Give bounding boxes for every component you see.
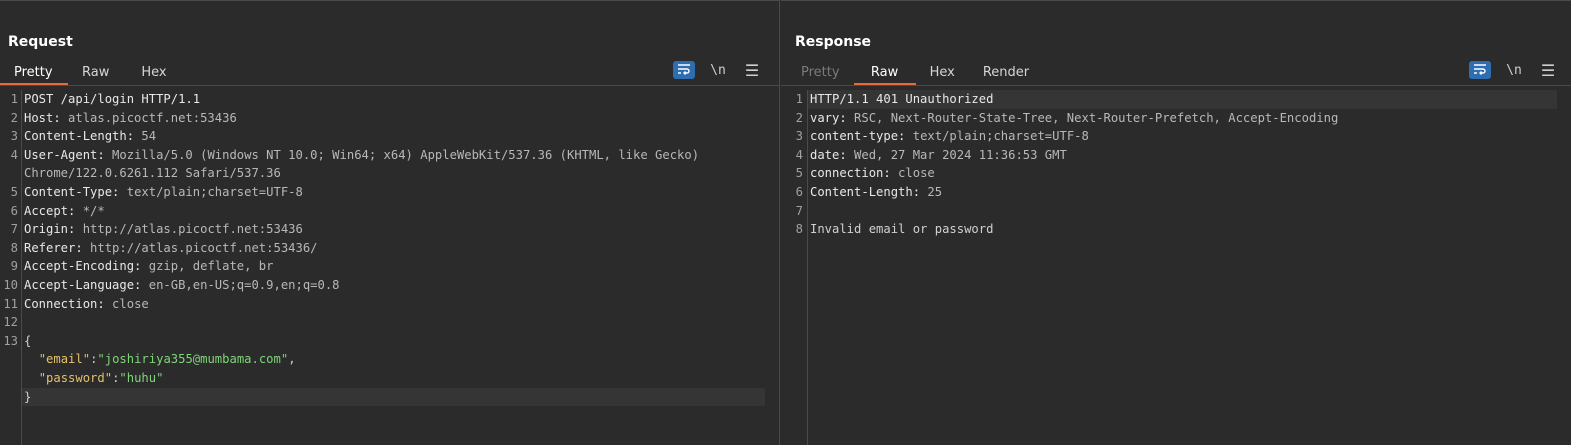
response-line: 3 content-type: text/plain;charset=UTF-8 [795,129,1089,144]
request-line: 6 Accept: */* [10,203,105,218]
request-tab-pretty[interactable]: Pretty [0,59,68,85]
response-line: 5 connection: close [795,166,935,181]
request-show-newlines-button[interactable]: \n [707,61,729,79]
request-json-email-line: "email":"joshiriya355@mumbama.com", [38,352,296,367]
request-line: 7 Origin: http://atlas.picoctf.net:53436 [10,222,303,237]
request-line: 4 User-Agent: Mozilla/5.0 (Windows NT 10.… [10,147,707,181]
response-tab-raw[interactable]: Raw [853,59,916,85]
response-line: 7 [795,203,803,218]
response-tabbar-divider [781,85,1571,86]
request-json-password-line: "password":"huhu" [38,370,164,385]
request-tabs: Pretty Raw Hex [0,59,185,85]
response-tools: \n ☰ [1469,61,1559,80]
response-tab-pretty[interactable]: Pretty [787,59,854,85]
response-tabs: Pretty Raw Hex Render [787,59,1043,85]
request-word-wrap-button[interactable] [673,61,695,79]
request-tab-hex[interactable]: Hex [127,59,184,85]
request-line: 1 POST /api/login HTTP/1.1 [10,92,201,106]
request-json-open-line: 13{ [3,333,32,348]
request-line: 2 Host: atlas.picoctf.net:53436 [10,110,237,125]
request-tabbar-divider [0,85,779,86]
request-pane: Request Pretty Raw Hex \n ☰ 1 POST /api/l… [0,0,780,445]
response-tab-hex[interactable]: Hex [916,59,969,85]
request-line: 12 [3,315,18,330]
request-title: Request [8,34,73,50]
request-line: 9 Accept-Encoding: gzip, deflate, br [10,259,274,274]
request-editor[interactable]: 1 POST /api/login HTTP/1.1 2 Host: atlas.p… [0,90,779,445]
response-line: 1 HTTP/1.1 401 Unauthorized [796,90,1557,109]
response-line: 6 Content-Length: 25 [795,184,943,199]
response-word-wrap-button[interactable] [1469,61,1491,79]
response-code: 1 HTTP/1.1 401 Unauthorized 2 vary: RSC, N… [795,90,1557,445]
json-password-key: "password" [38,370,113,385]
request-line: 10 Accept-Language: en-GB,en-US;q=0.9,en;… [3,277,340,292]
response-line: 4 date: Wed, 27 Mar 2024 11:36:53 GMT [795,147,1067,162]
word-wrap-icon [1473,63,1487,78]
request-menu-icon[interactable]: ☰ [741,61,763,80]
request-tab-raw[interactable]: Raw [68,59,127,85]
json-email-value: "joshiriya355@mumbama.com" [97,352,289,367]
response-menu-icon[interactable]: ☰ [1537,61,1559,80]
response-tab-render[interactable]: Render [969,59,1043,85]
response-body-line: 8 Invalid email or password [795,222,994,237]
response-line: 2 vary: RSC, Next-Router-State-Tree, Next… [795,110,1339,125]
response-title: Response [795,34,872,50]
request-line: 11 Connection: close [3,296,149,311]
json-password-value: "huhu" [119,370,164,385]
request-line: 8 Referer: http://atlas.picoctf.net:53436… [10,240,318,255]
response-editor[interactable]: 1 HTTP/1.1 401 Unauthorized 2 vary: RSC, N… [781,90,1571,445]
request-code: 1 POST /api/login HTTP/1.1 2 Host: atlas.p… [3,90,765,445]
response-show-newlines-button[interactable]: \n [1503,61,1525,79]
request-line: 5 Content-Type: text/plain;charset=UTF-8 [10,184,303,199]
response-pane: Response Pretty Raw Hex Render \n ☰ 1 HTT… [781,0,1571,445]
json-email-key: "email" [38,352,91,367]
request-tools: \n ☰ [673,61,763,80]
word-wrap-icon [677,63,691,78]
request-json-close-line: } [22,387,765,407]
request-line: 3 Content-Length: 54 [10,129,157,144]
